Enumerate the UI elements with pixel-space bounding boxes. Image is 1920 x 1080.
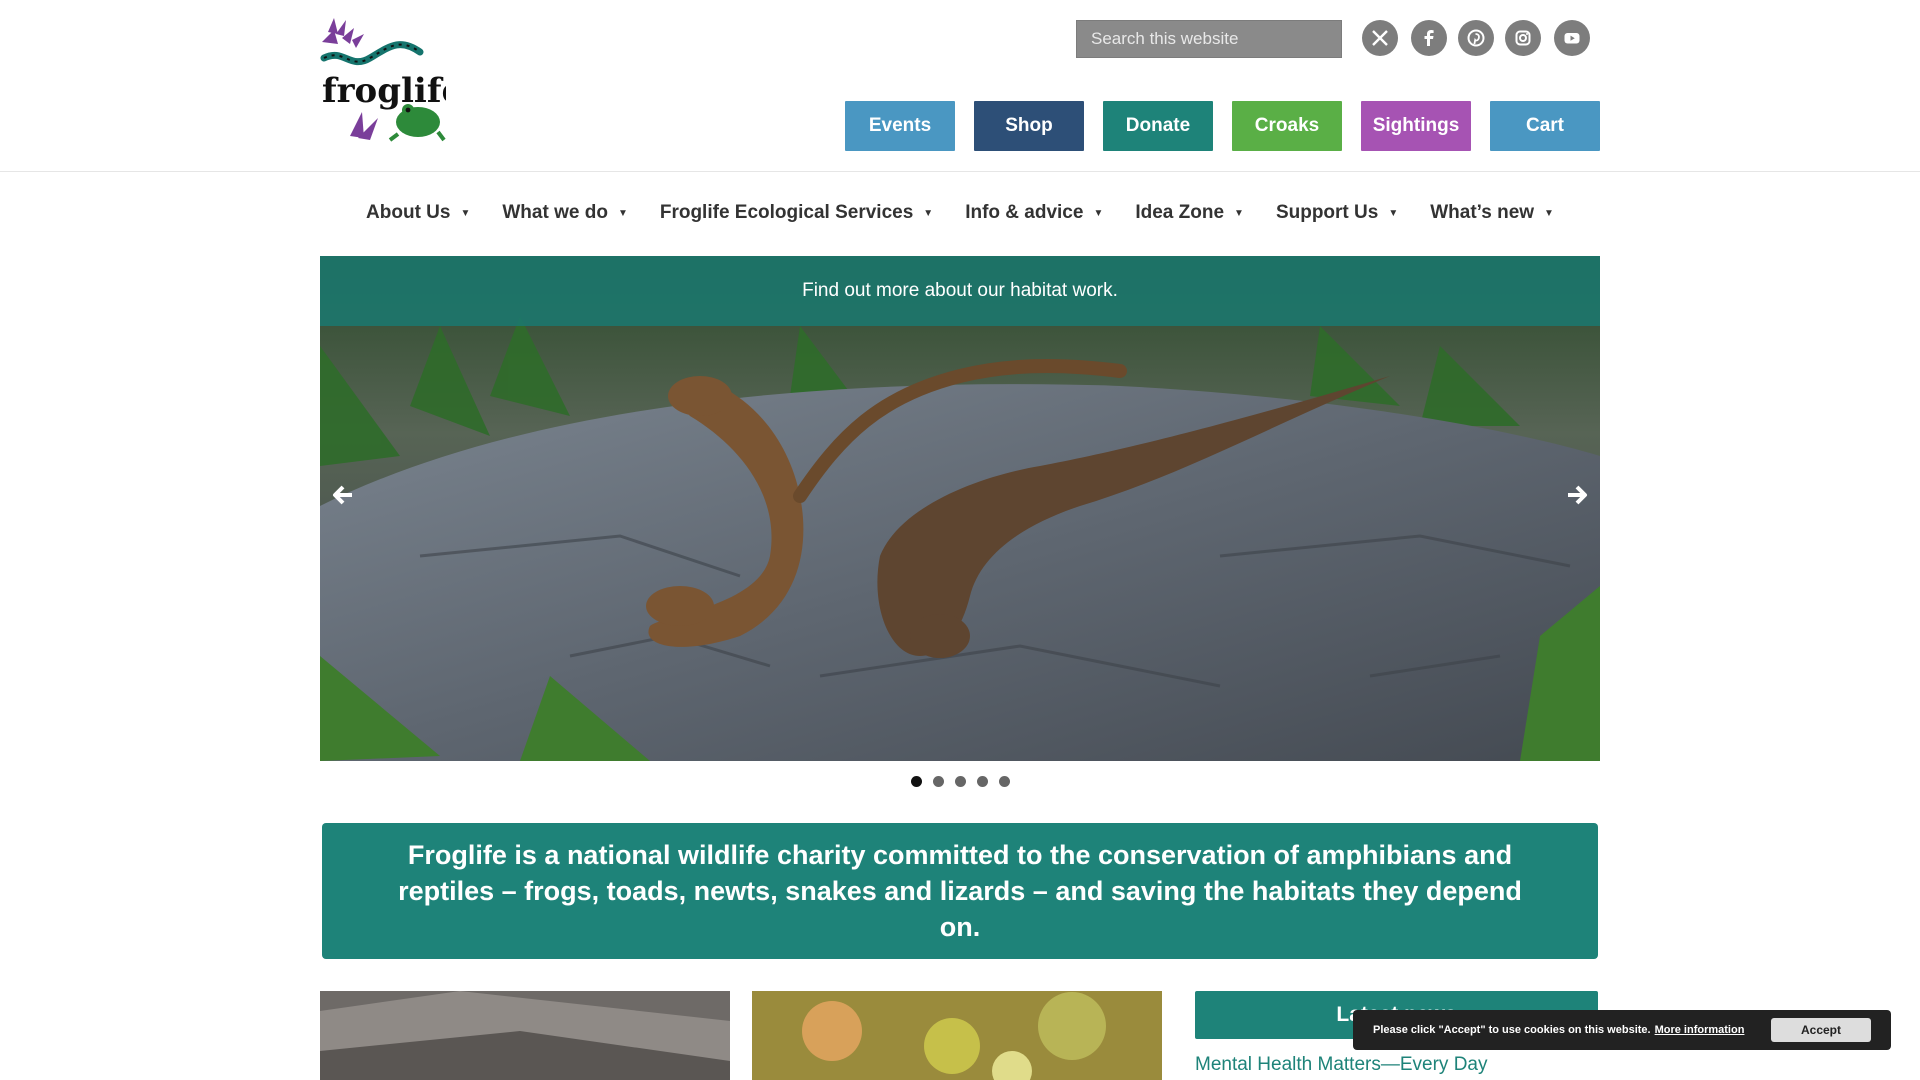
froglife-logo[interactable]: froglife <box>320 18 463 142</box>
slider-dot[interactable] <box>932 776 944 787</box>
cookie-message: Please click "Accept" to use cookies on … <box>1373 1024 1651 1036</box>
cart-button[interactable]: Cart <box>1490 101 1600 151</box>
youtube-icon[interactable] <box>1554 20 1590 56</box>
logo-wordmark: froglife <box>322 71 446 111</box>
slide-caption[interactable]: Find out more about our habitat work. <box>320 256 1600 326</box>
slider-next-arrow-icon[interactable] <box>1564 482 1590 508</box>
caret-down-icon: ▼ <box>460 207 471 219</box>
cookie-banner: Please click "Accept" to use cookies on … <box>1353 1010 1891 1050</box>
slide-image-lizards <box>320 256 1600 761</box>
caret-down-icon: ▼ <box>617 207 628 219</box>
slider-dot[interactable] <box>954 776 966 787</box>
nav-item-what-we-do[interactable]: What we do ▼ <box>486 196 643 230</box>
instagram-icon[interactable] <box>1505 20 1541 56</box>
croaks-button[interactable]: Croaks <box>1232 101 1342 151</box>
slider-pagination <box>0 776 1920 787</box>
feature-card-image-2[interactable] <box>752 991 1162 1080</box>
news-link[interactable]: Mental Health Matters—Every Day <box>1195 1054 1488 1076</box>
main-nav: About Us ▼ What we do ▼ Froglife Ecologica… <box>320 196 1600 230</box>
nav-label: What’s new <box>1430 202 1535 223</box>
mission-statement: Froglife is a national wildlife charity … <box>322 823 1598 959</box>
caret-down-icon: ▼ <box>1544 207 1554 219</box>
slider-prev-arrow-icon[interactable] <box>330 482 356 508</box>
pinterest-icon[interactable] <box>1458 20 1494 56</box>
search-input[interactable]: Search this website <box>1076 20 1342 58</box>
nav-label: Support Us <box>1275 202 1379 223</box>
nav-item-support-us[interactable]: Support Us ▼ <box>1260 196 1414 230</box>
nav-label: About Us <box>366 202 451 223</box>
nav-label: Info & advice <box>965 202 1084 223</box>
nav-item-about-us[interactable]: About Us ▼ <box>350 196 486 230</box>
nav-label: Froglife Ecological Services <box>659 202 914 223</box>
nav-item-info-advice[interactable]: Info & advice ▼ <box>949 196 1119 230</box>
donate-button[interactable]: Donate <box>1103 101 1213 151</box>
nav-label: Idea Zone <box>1135 202 1225 223</box>
events-button[interactable]: Events <box>845 101 955 151</box>
shop-button[interactable]: Shop <box>974 101 1084 151</box>
sightings-button[interactable]: Sightings <box>1361 101 1471 151</box>
caret-down-icon: ▼ <box>1234 207 1244 219</box>
nav-item-whats-new[interactable]: What’s new ▼ <box>1414 196 1570 230</box>
caret-down-icon: ▼ <box>1388 207 1399 219</box>
header-divider <box>0 171 1920 172</box>
feature-card-image-1[interactable] <box>320 991 730 1080</box>
nav-item-ecological-services[interactable]: Froglife Ecological Services ▼ <box>644 196 949 230</box>
slider-dot[interactable] <box>998 776 1010 787</box>
x-icon[interactable] <box>1362 20 1398 56</box>
nav-label: What we do <box>502 202 608 223</box>
cookie-accept-button[interactable]: Accept <box>1771 1018 1871 1042</box>
slider-dot[interactable] <box>910 776 922 787</box>
slider-dot[interactable] <box>976 776 988 787</box>
cookie-more-info-link[interactable]: More information <box>1655 1024 1745 1036</box>
nav-item-idea-zone[interactable]: Idea Zone ▼ <box>1119 196 1260 230</box>
caret-down-icon: ▼ <box>923 207 934 219</box>
facebook-icon[interactable] <box>1411 20 1447 56</box>
caret-down-icon: ▼ <box>1093 207 1104 219</box>
hero-slider[interactable]: Find out more about our habitat work. <box>320 256 1600 761</box>
